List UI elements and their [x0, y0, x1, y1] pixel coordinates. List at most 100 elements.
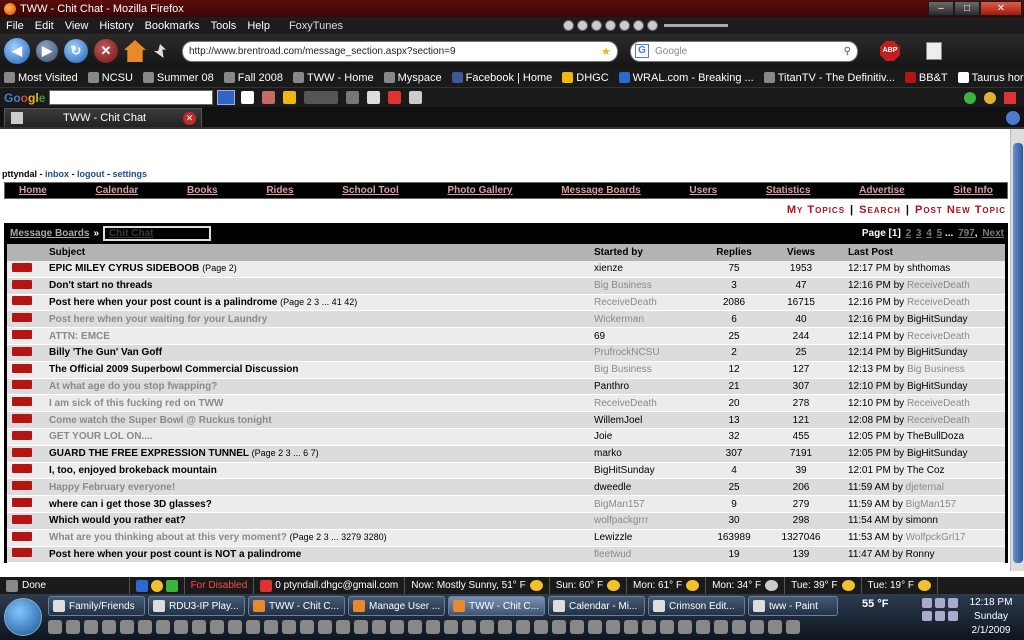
- topic-title-link[interactable]: The Official 2009 Superbowl Commercial D…: [49, 364, 299, 375]
- search-placeholder[interactable]: Google: [655, 46, 687, 57]
- home-icon[interactable]: [124, 40, 146, 62]
- topic-subject[interactable]: Post here when your post count is a pali…: [49, 297, 594, 308]
- media-pause-icon[interactable]: [590, 20, 602, 31]
- url-text[interactable]: http://www.brentroad.com/message_section…: [189, 46, 456, 57]
- topic-row[interactable]: EPIC MILEY CYRUS SIDEBOOB (Page 2) xienze…: [7, 261, 1005, 278]
- topic-pages[interactable]: (Page 2 3 ... 6 7): [252, 448, 319, 458]
- quicklaunch-icon[interactable]: [714, 620, 728, 634]
- bookmark-item[interactable]: Fall 2008: [223, 72, 283, 84]
- topic-author[interactable]: BigMan157: [594, 499, 704, 510]
- menu-view[interactable]: View: [65, 20, 89, 32]
- quicklaunch-icon[interactable]: [534, 620, 548, 634]
- post-new-topic-link[interactable]: Post New Topic: [915, 204, 1006, 216]
- last-post-author[interactable]: ReceiveDeath: [907, 297, 970, 308]
- quicklaunch-icon[interactable]: [120, 620, 134, 634]
- topic-row[interactable]: Billy 'The Gun' Van Goff PrufrockNCSU 2 25…: [7, 344, 1005, 362]
- quicklaunch-icon[interactable]: [642, 620, 656, 634]
- topic-subject[interactable]: Don't start no threads: [49, 280, 594, 291]
- media-play-icon[interactable]: [576, 20, 588, 31]
- bookmark-item[interactable]: NCSU: [87, 72, 133, 84]
- minimize-button[interactable]: –: [928, 1, 954, 16]
- topic-author[interactable]: Lewizzle: [594, 532, 704, 543]
- last-post-author[interactable]: BigMan157: [906, 499, 957, 510]
- clock-time[interactable]: 12:18 PM: [964, 596, 1018, 610]
- topic-title-link[interactable]: where can i get those 3D glasses?: [49, 499, 212, 510]
- taskbar-clock[interactable]: 12:18 PM Sunday 2/1/2009: [964, 596, 1018, 638]
- quicklaunch-icon[interactable]: [750, 620, 764, 634]
- bookmark-item[interactable]: BB&T: [904, 72, 948, 84]
- nav-rides[interactable]: Rides: [266, 185, 293, 196]
- google-search-button[interactable]: [217, 90, 236, 105]
- last-post-author[interactable]: Ronny: [906, 549, 935, 560]
- page-scrollbar[interactable]: [1010, 129, 1024, 571]
- list-all-tabs-icon[interactable]: [1006, 111, 1020, 125]
- topic-subject[interactable]: At what age do you stop fwapping?: [49, 381, 594, 392]
- bookmark-item[interactable]: WRAL.com - Breaking ...: [618, 72, 754, 84]
- topic-row[interactable]: Don't start no threads Big Business 3 47 12…: [7, 277, 1005, 295]
- topic-author[interactable]: 69: [594, 331, 704, 342]
- taskbar-item-active[interactable]: TWW - Chit C...: [448, 596, 545, 616]
- topic-title-link[interactable]: GUARD THE FREE EXPRESSION TUNNEL: [49, 448, 249, 459]
- wrench-icon[interactable]: [346, 91, 360, 104]
- quicklaunch-icon[interactable]: [48, 620, 62, 634]
- settings-link[interactable]: settings: [113, 169, 148, 179]
- quicklaunch-icon[interactable]: [570, 620, 584, 634]
- topic-author[interactable]: WillemJoel: [594, 415, 704, 426]
- status-green-icon[interactable]: [964, 91, 976, 104]
- media-repeat-icon[interactable]: [646, 20, 658, 31]
- next-page-link[interactable]: Next: [982, 228, 1004, 239]
- weather-tue-night[interactable]: Tue: 19° F: [862, 577, 938, 594]
- topic-pages[interactable]: (Page 2 3 ... 41 42): [280, 297, 357, 307]
- pencil-icon[interactable]: [409, 91, 423, 104]
- nav-calendar[interactable]: Calendar: [96, 185, 139, 196]
- last-post-author[interactable]: ReceiveDeath: [907, 280, 970, 291]
- topic-author[interactable]: ReceiveDeath: [594, 398, 704, 409]
- quicklaunch-icon[interactable]: [624, 620, 638, 634]
- quicklaunch-icon[interactable]: [696, 620, 710, 634]
- nav-users[interactable]: Users: [689, 185, 717, 196]
- topic-row[interactable]: Happy February everyone! dweedle 25 206 11:…: [7, 479, 1005, 497]
- media-stop-icon[interactable]: [604, 20, 616, 31]
- search-icon[interactable]: ⚲: [844, 46, 851, 57]
- my-topics-link[interactable]: My Topics: [787, 204, 845, 216]
- quicklaunch-icon[interactable]: [516, 620, 530, 634]
- topic-author[interactable]: marko: [594, 448, 704, 459]
- topic-title-link[interactable]: Post here when your waiting for your Lau…: [49, 314, 267, 325]
- quicklaunch-icon[interactable]: [462, 620, 476, 634]
- page-link[interactable]: 4: [926, 228, 932, 239]
- quicklaunch-icon[interactable]: [84, 620, 98, 634]
- topic-title-link[interactable]: EPIC MILEY CYRUS SIDEBOOB: [49, 263, 199, 274]
- scrollbar-thumb[interactable]: [1013, 143, 1023, 563]
- topic-row[interactable]: ATTN: EMCE 69 25 244 12:14 PM by ReceiveDea…: [7, 328, 1005, 345]
- last-post-author[interactable]: WolfpckGrl17: [906, 532, 966, 543]
- gmail-icon[interactable]: [1004, 91, 1016, 104]
- bookmark-item[interactable]: Myspace: [383, 72, 442, 84]
- google-toolbar-search-input[interactable]: [49, 90, 214, 105]
- taskbar-item[interactable]: RDU3-IP Play...: [148, 596, 245, 616]
- last-post-author[interactable]: The Coz: [907, 465, 945, 476]
- tray-icon[interactable]: [948, 611, 958, 621]
- topic-row[interactable]: GUARD THE FREE EXPRESSION TUNNEL (Page 2…: [7, 445, 1005, 463]
- topic-row[interactable]: Post here when your waiting for your Lau…: [7, 311, 1005, 329]
- quicklaunch-icon[interactable]: [732, 620, 746, 634]
- last-post-author[interactable]: djeternal: [906, 482, 944, 493]
- taskbar-temperature[interactable]: 55 °F: [862, 598, 888, 610]
- menu-bookmarks[interactable]: Bookmarks: [145, 20, 200, 32]
- page-link-last[interactable]: 797: [958, 228, 975, 239]
- topic-title-link[interactable]: ATTN: EMCE: [49, 331, 110, 342]
- weather-now[interactable]: Now: Mostly Sunny, 51° F: [405, 577, 550, 594]
- menu-edit[interactable]: Edit: [35, 20, 54, 32]
- topic-subject[interactable]: GUARD THE FREE EXPRESSION TUNNEL (Page 2…: [49, 448, 594, 459]
- topic-title-link[interactable]: Come watch the Super Bowl @ Ruckus tonig…: [49, 415, 272, 426]
- quicklaunch-icon[interactable]: [660, 620, 674, 634]
- google-g-icon[interactable]: [241, 91, 255, 104]
- bookmark-item[interactable]: DHGC: [562, 72, 609, 84]
- stop-button[interactable]: ✕: [94, 39, 118, 63]
- google-search-engine-icon[interactable]: G: [635, 44, 649, 58]
- quicklaunch-icon[interactable]: [588, 620, 602, 634]
- nav-school-tool[interactable]: School Tool: [342, 185, 398, 196]
- nav-books[interactable]: Books: [187, 185, 218, 196]
- media-next-icon[interactable]: [618, 20, 630, 31]
- start-button[interactable]: [4, 598, 42, 636]
- taskbar-item[interactable]: TWW - Chit C...: [248, 596, 345, 616]
